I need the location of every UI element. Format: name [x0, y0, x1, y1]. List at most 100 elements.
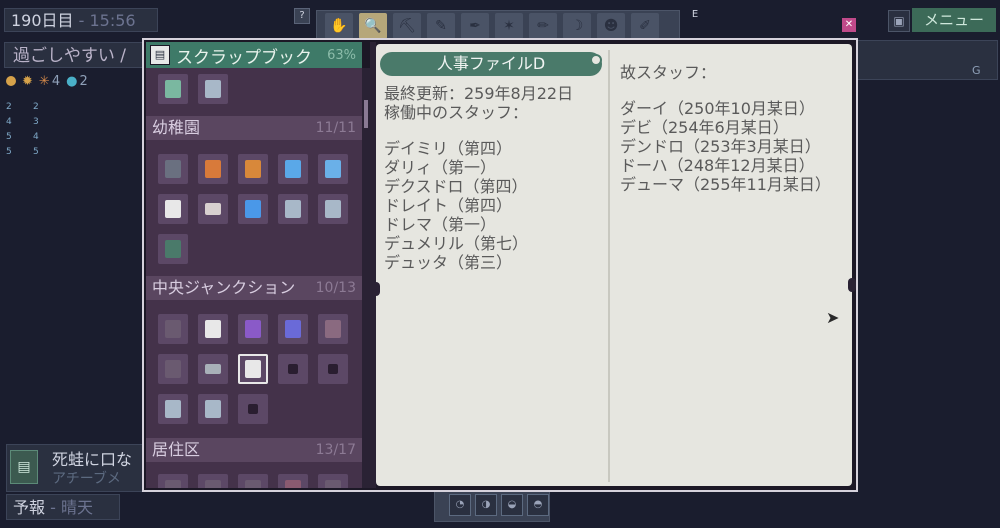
day-time-display: 190日目 - 15:56	[4, 8, 158, 32]
active-staff-entry: ドレマ（第一）	[384, 215, 497, 234]
orange-dot-icon	[6, 76, 16, 86]
mini-stat: 5	[6, 147, 12, 157]
scrap-item-paper-icon[interactable]	[158, 194, 188, 224]
forecast-display: 予報 - 晴天	[6, 494, 120, 520]
menu-button[interactable]: メニュー	[912, 8, 996, 32]
tool-feather-icon[interactable]: ✒	[461, 13, 489, 39]
scrap-item-card-icon[interactable]	[158, 474, 188, 488]
scrapbook-header: ▤ スクラップブック 63%	[146, 42, 362, 68]
scrap-item-bell-icon[interactable]	[158, 74, 188, 104]
scrap-item-note-icon[interactable]	[238, 194, 268, 224]
lock-icon[interactable]	[278, 354, 308, 384]
scrap-item-card-icon[interactable]	[318, 474, 348, 488]
deceased-staff-entry: ダーイ（250年10月某日）	[620, 99, 815, 118]
scrap-item-card-icon[interactable]	[318, 314, 348, 344]
section-count: 10/13	[315, 280, 356, 296]
tool-shovel-icon[interactable]: ⛏	[393, 13, 421, 39]
day-label: 190日目	[11, 11, 74, 30]
stat-snow: ✳ 4	[38, 73, 61, 89]
scrap-item-board-icon[interactable]	[198, 194, 228, 224]
clipboard-icon: ▤	[10, 450, 38, 484]
section-residential[interactable]: 居住区 13/17	[146, 438, 362, 462]
lock-icon[interactable]	[318, 354, 348, 384]
scrapbook-list[interactable]: 幼稚園 11/11 中央ジャンクション 10/13 居住区 13/17	[146, 68, 362, 488]
scrap-item-paper-icon[interactable]	[198, 314, 228, 344]
active-staff-entry: デュメリル（第七）	[384, 234, 529, 253]
scrap-item-card-icon[interactable]	[238, 314, 268, 344]
forecast-value: - 晴天	[50, 498, 93, 517]
scrap-item-card-icon[interactable]	[238, 474, 268, 488]
section-count: 13/17	[315, 442, 356, 458]
drop-icon: ●	[66, 73, 78, 89]
close-icon[interactable]: ✕	[842, 18, 856, 32]
pin-icon	[590, 54, 602, 66]
tray-slot-icon[interactable]: ◒	[501, 494, 523, 516]
tool-sickle-icon[interactable]: ☽	[563, 13, 591, 39]
stat-row: ✹ ✳ 4 ● 2	[6, 72, 88, 90]
tray-slot-icon[interactable]: ◑	[475, 494, 497, 516]
e-key-hint: E	[691, 9, 699, 20]
time-label: - 15:56	[78, 11, 136, 30]
scrap-item-file-icon[interactable]	[238, 354, 268, 384]
tray-slot-icon[interactable]: ◓	[527, 494, 549, 516]
notebook-spine	[608, 50, 610, 482]
scrap-item-book-icon[interactable]	[238, 154, 268, 184]
active-staff-heading: 稼働中のスタッフ：	[384, 103, 529, 122]
binder-ring	[848, 278, 856, 292]
scrap-item-book-icon[interactable]	[198, 154, 228, 184]
deceased-staff-entry: デビ（254年6月某日）	[620, 118, 789, 137]
deceased-staff-heading: 故スタッフ：	[620, 63, 717, 82]
section-kindergarten[interactable]: 幼稚園 11/11	[146, 116, 362, 140]
mini-stat: 4	[6, 117, 12, 127]
mini-stat: 5	[6, 132, 12, 142]
tool-brush-icon[interactable]: ✎	[427, 13, 455, 39]
tool-pencil-icon[interactable]: ✐	[631, 13, 659, 39]
mood-display: 過ごしやすい /	[4, 42, 154, 68]
scrap-item-bell-icon[interactable]	[278, 194, 308, 224]
scrap-item-bell-icon[interactable]	[158, 394, 188, 424]
scrap-item-card-icon[interactable]	[278, 314, 308, 344]
deceased-staff-entry: ドーハ（248年12月某日）	[620, 156, 815, 175]
tool-mask-icon[interactable]: ☻	[597, 13, 625, 39]
stat-orange	[6, 72, 16, 90]
tool-inspect-icon[interactable]: 🔍	[359, 13, 387, 39]
active-staff-entry: デクスドロ（第四）	[384, 177, 528, 196]
active-staff-entry: デュッタ（第三）	[384, 253, 513, 272]
scrap-item-box-icon[interactable]	[158, 234, 188, 264]
scrollbar[interactable]	[362, 68, 370, 488]
tool-pen-icon[interactable]: ✏	[529, 13, 557, 39]
tray-slot-icon[interactable]: ◔	[449, 494, 471, 516]
mini-stat: 4	[33, 132, 39, 142]
scrap-item-card-icon[interactable]	[198, 474, 228, 488]
scrollbar-thumb[interactable]	[364, 100, 368, 128]
mini-stat: 5	[33, 147, 39, 157]
last-updated: 最終更新：259年8月22日	[384, 84, 574, 103]
status-panel-letter: G	[972, 64, 981, 77]
deceased-staff-entry: デンドロ（253年3月某日）	[620, 137, 821, 156]
binder-ring	[372, 282, 380, 296]
save-icon[interactable]: ▣	[888, 10, 910, 32]
scrap-item-bell-icon[interactable]	[198, 74, 228, 104]
help-button[interactable]: ?	[294, 8, 310, 24]
scrap-item-sign-icon[interactable]	[198, 354, 228, 384]
scrap-item-bell-icon[interactable]	[198, 394, 228, 424]
mini-stat: 3	[33, 117, 39, 127]
active-staff-entry: ダリィ（第一）	[384, 158, 497, 177]
quick-tray: ◔ ◑ ◒ ◓	[434, 488, 550, 522]
tool-hand-icon[interactable]: ✋	[325, 13, 353, 39]
scrap-item-note-icon[interactable]	[318, 154, 348, 184]
scrap-item-bell-icon[interactable]	[318, 194, 348, 224]
lock-icon[interactable]	[238, 394, 268, 424]
stat-sun: ✹	[22, 72, 33, 90]
active-staff-entry: ドレイト（第四）	[384, 196, 513, 215]
scrap-item-note-icon[interactable]	[278, 154, 308, 184]
scrap-item-card-icon[interactable]	[278, 474, 308, 488]
scrap-item-calculator-icon[interactable]	[158, 154, 188, 184]
stat-water: ● 2	[66, 73, 88, 89]
scrap-item-card-icon[interactable]	[158, 314, 188, 344]
scrapbook-percent: 63%	[327, 47, 356, 63]
section-central-junction[interactable]: 中央ジャンクション 10/13	[146, 276, 362, 300]
book-icon: ▤	[150, 45, 170, 65]
scrap-item-card-icon[interactable]	[158, 354, 188, 384]
tool-star-icon[interactable]: ✶	[495, 13, 523, 39]
